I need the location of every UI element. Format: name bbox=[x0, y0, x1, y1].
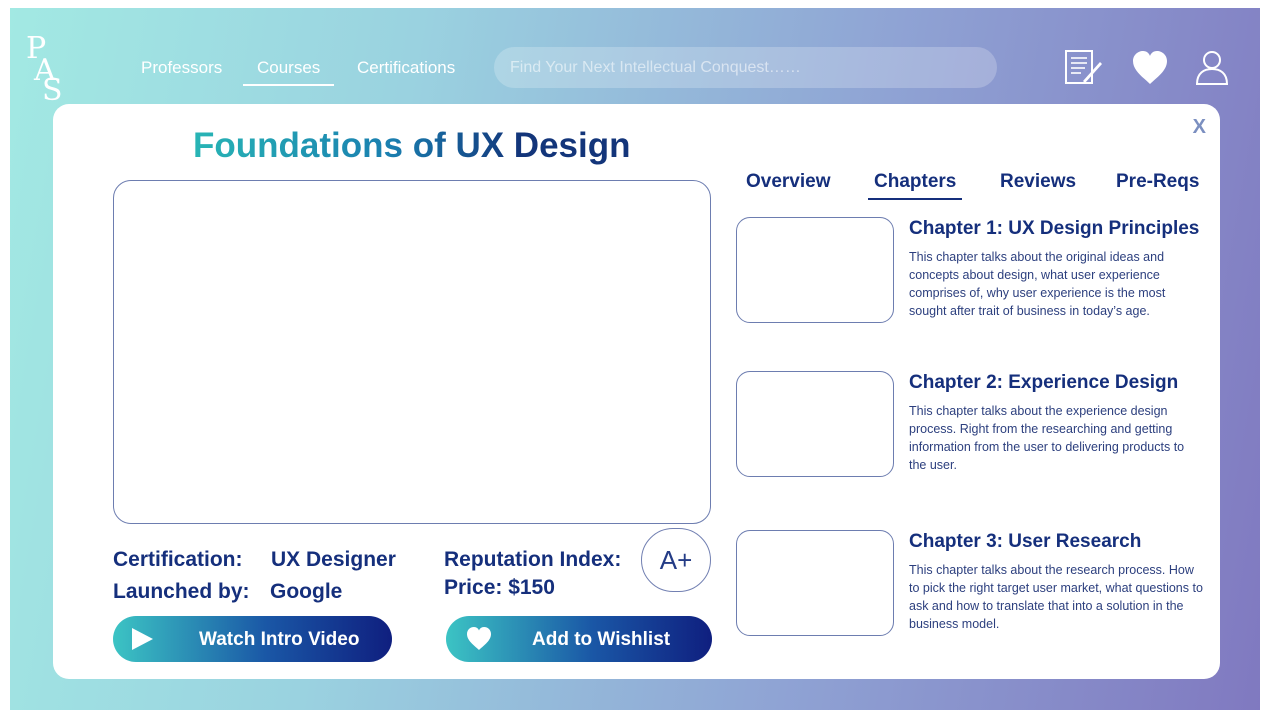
course-title: Foundations of UX Design bbox=[193, 126, 631, 165]
notes-icon[interactable] bbox=[1063, 48, 1103, 88]
video-preview[interactable] bbox=[113, 180, 711, 524]
reputation-badge: A+ bbox=[641, 528, 711, 592]
course-card: Foundations of UX Design X Certification… bbox=[53, 104, 1220, 679]
heart-icon[interactable] bbox=[1130, 48, 1170, 88]
chapter-1-title[interactable]: Chapter 1: UX Design Principles bbox=[909, 218, 1199, 240]
nav-certifications[interactable]: Certifications bbox=[357, 58, 455, 78]
close-button[interactable]: X bbox=[1193, 116, 1206, 139]
chapter-3-thumbnail[interactable] bbox=[736, 530, 894, 636]
certification-label: Certification: bbox=[113, 548, 243, 571]
play-icon bbox=[129, 626, 155, 652]
logo-letter-s: S bbox=[42, 73, 63, 108]
search-input[interactable] bbox=[494, 47, 997, 88]
heart-icon bbox=[466, 626, 492, 652]
chapter-2-description: This chapter talks about the experience … bbox=[909, 404, 1185, 472]
pas-logo[interactable]: P A S bbox=[26, 28, 66, 108]
tab-reviews[interactable]: Reviews bbox=[1000, 171, 1076, 193]
tab-pre-reqs[interactable]: Pre-Reqs bbox=[1116, 171, 1199, 193]
add-to-wishlist-label: Add to Wishlist bbox=[532, 629, 671, 650]
chapter-2-thumbnail[interactable] bbox=[736, 371, 894, 477]
launched-by-value: Google bbox=[270, 580, 343, 603]
tab-overview[interactable]: Overview bbox=[746, 171, 831, 193]
nav-courses[interactable]: Courses bbox=[242, 58, 335, 86]
chapter-1-description: This chapter talks about the original id… bbox=[909, 250, 1166, 318]
chapter-2-title[interactable]: Chapter 2: Experience Design bbox=[909, 372, 1178, 394]
watch-intro-video-button[interactable]: Watch Intro Video bbox=[113, 616, 392, 662]
chapter-3-title[interactable]: Chapter 3: User Research bbox=[909, 531, 1141, 553]
certification-value: UX Designer bbox=[271, 548, 396, 571]
user-icon[interactable] bbox=[1192, 48, 1232, 88]
tab-chapters[interactable]: Chapters bbox=[867, 171, 963, 200]
watch-intro-video-label: Watch Intro Video bbox=[199, 629, 360, 650]
add-to-wishlist-button[interactable]: Add to Wishlist bbox=[446, 616, 712, 662]
nav-professors[interactable]: Professors bbox=[141, 58, 222, 78]
launched-by-label: Launched by: bbox=[113, 580, 250, 603]
price-text: Price: $150 bbox=[444, 576, 555, 599]
reputation-label: Reputation Index: bbox=[444, 548, 622, 571]
chapter-3-description: This chapter talks about the research pr… bbox=[909, 563, 1203, 631]
chapter-1-thumbnail[interactable] bbox=[736, 217, 894, 323]
